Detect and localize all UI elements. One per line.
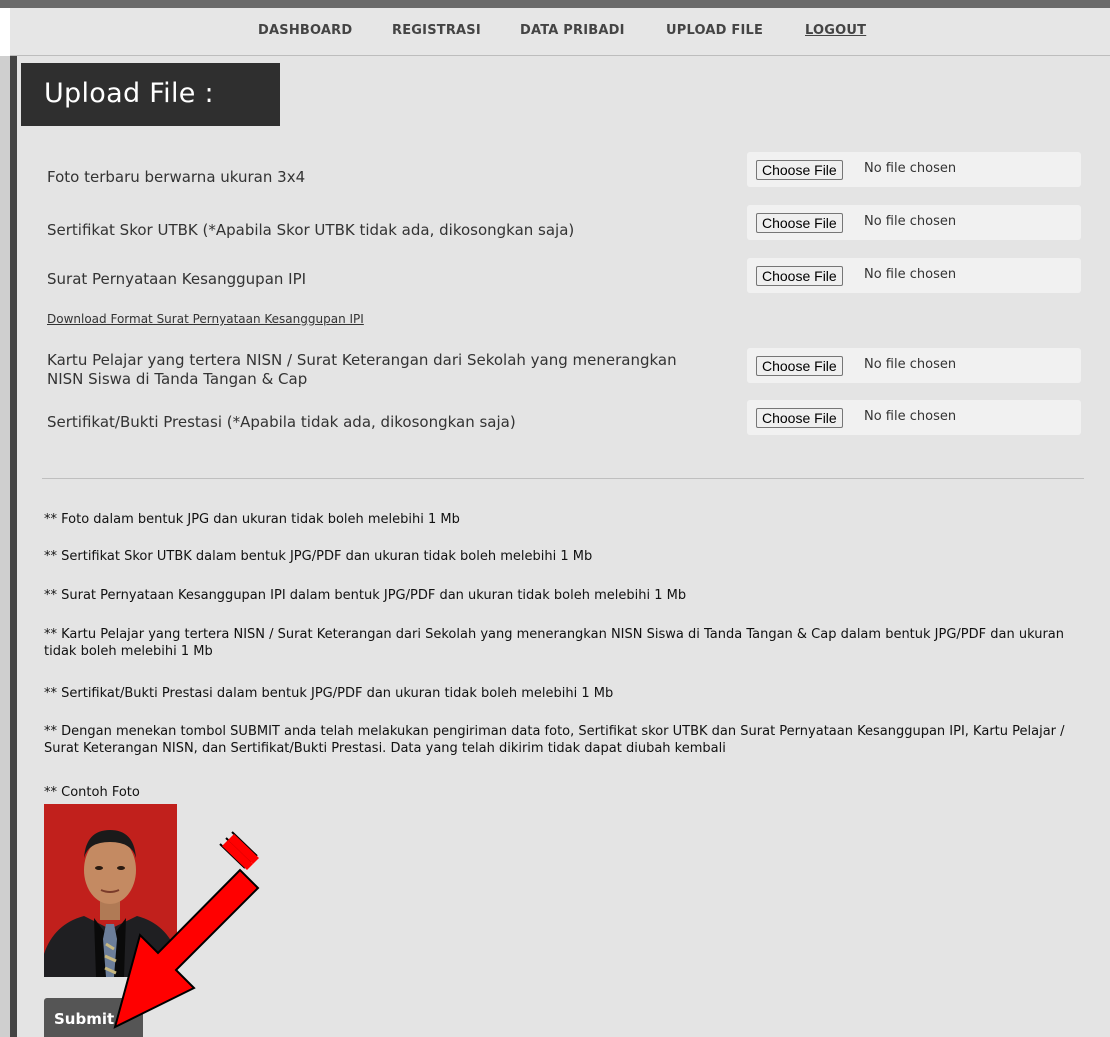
- choose-file-button[interactable]: Choose File: [756, 408, 843, 428]
- download-format-link[interactable]: Download Format Surat Pernyataan Kesangg…: [47, 312, 364, 326]
- file-input-foto[interactable]: Choose File No file chosen: [747, 152, 1081, 187]
- navbar: DASHBOARD REGISTRASI DATA PRIBADI UPLOAD…: [10, 8, 1110, 56]
- file-input-kartu[interactable]: Choose File No file chosen: [747, 348, 1081, 383]
- choose-file-button[interactable]: Choose File: [756, 266, 843, 286]
- field-label-prestasi: Sertifikat/Bukti Prestasi (*Apabila tida…: [47, 413, 516, 431]
- file-input-utbk[interactable]: Choose File No file chosen: [747, 205, 1081, 240]
- file-input-surat[interactable]: Choose File No file chosen: [747, 258, 1081, 293]
- nav-upload-file[interactable]: UPLOAD FILE: [666, 23, 763, 38]
- note-contoh-foto: ** Contoh Foto: [44, 785, 140, 800]
- note-submit-warning: ** Dengan menekan tombol SUBMIT anda tel…: [44, 724, 1065, 756]
- page-left-gutter: [0, 56, 10, 1037]
- person-portrait-icon: [44, 804, 177, 977]
- note-prestasi: ** Sertifikat/Bukti Prestasi dalam bentu…: [44, 686, 614, 701]
- field-label-kartu: Kartu Pelajar yang tertera NISN / Surat …: [47, 351, 677, 388]
- file-input-prestasi[interactable]: Choose File No file chosen: [747, 400, 1081, 435]
- example-photo: [44, 804, 177, 977]
- note-foto: ** Foto dalam bentuk JPG dan ukuran tida…: [44, 512, 460, 527]
- nav-registrasi[interactable]: REGISTRASI: [392, 23, 481, 38]
- choose-file-button[interactable]: Choose File: [756, 160, 843, 180]
- top-border: [0, 0, 1110, 8]
- file-status: No file chosen: [864, 267, 957, 282]
- field-label-surat: Surat Pernyataan Kesanggupan IPI: [47, 270, 307, 288]
- submit-button[interactable]: Submit: [44, 998, 143, 1037]
- choose-file-button[interactable]: Choose File: [756, 356, 843, 376]
- nav-logout[interactable]: LOGOUT: [805, 23, 866, 38]
- note-kartu: ** Kartu Pelajar yang tertera NISN / Sur…: [44, 627, 1065, 659]
- note-utbk: ** Sertifikat Skor UTBK dalam bentuk JPG…: [44, 549, 593, 564]
- choose-file-button[interactable]: Choose File: [756, 213, 843, 233]
- page-title: Upload File :: [44, 78, 214, 109]
- nav-data-pribadi[interactable]: DATA PRIBADI: [520, 23, 625, 38]
- divider: [42, 478, 1084, 479]
- note-surat: ** Surat Pernyataan Kesanggupan IPI dala…: [44, 588, 687, 603]
- nav-dashboard[interactable]: DASHBOARD: [258, 23, 352, 38]
- file-status: No file chosen: [864, 214, 957, 229]
- file-status: No file chosen: [864, 161, 957, 176]
- content-panel: [17, 56, 1110, 1037]
- page-left-border: [10, 56, 17, 1037]
- field-label-foto: Foto terbaru berwarna ukuran 3x4: [47, 168, 306, 186]
- file-status: No file chosen: [864, 357, 957, 372]
- field-label-utbk: Sertifikat Skor UTBK (*Apabila Skor UTBK…: [47, 221, 575, 239]
- file-status: No file chosen: [864, 409, 957, 424]
